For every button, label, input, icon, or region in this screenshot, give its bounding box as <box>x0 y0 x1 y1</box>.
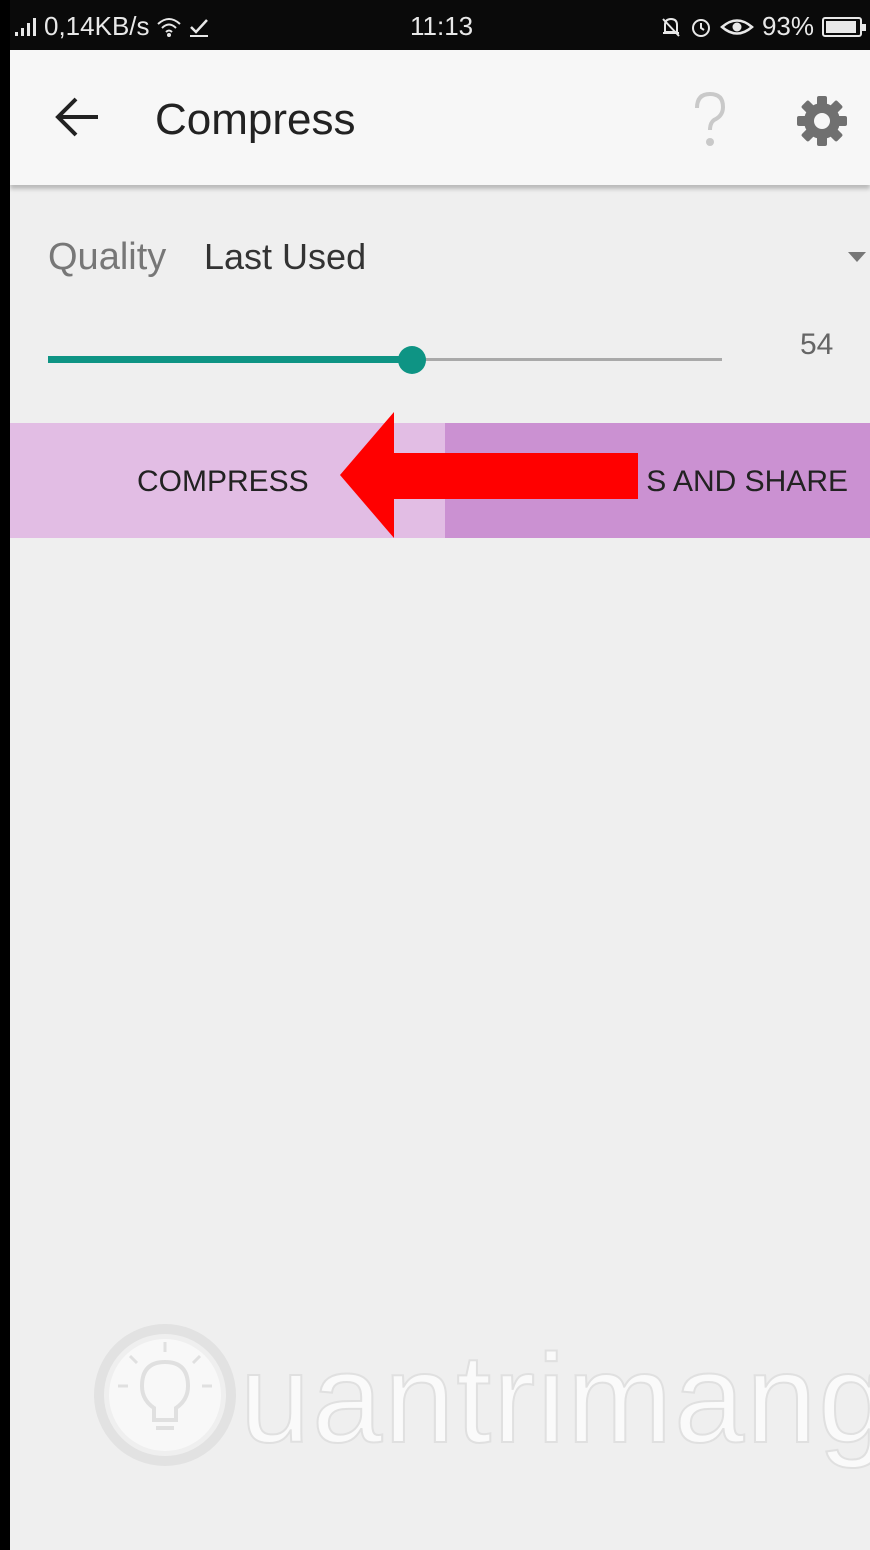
slider-fill <box>48 356 412 363</box>
quality-preset-select[interactable]: Last Used <box>204 236 366 278</box>
alarm-icon <box>691 18 710 37</box>
battery-percent: 93% <box>761 11 814 41</box>
status-time: 11:13 <box>410 11 474 41</box>
compress-button-label: COMPRESS <box>137 465 309 498</box>
quality-label: Quality <box>48 236 167 278</box>
phone-screen: 0,14KB/s 11:13 93% Compress Quality Last… <box>10 0 870 1550</box>
signal-icon <box>15 17 36 36</box>
app-bar: Compress <box>10 50 870 185</box>
watermark-text: uantrimang <box>239 1327 870 1470</box>
quality-value-readout: 54 <box>800 328 834 361</box>
watermark: uantrimang <box>90 1310 870 1480</box>
dropdown-arrow-icon[interactable] <box>846 250 868 264</box>
bell-muted-icon <box>662 17 680 37</box>
back-arrow-icon[interactable] <box>52 94 102 140</box>
battery-fill <box>826 20 856 33</box>
gear-icon[interactable] <box>795 94 849 148</box>
quality-slider[interactable] <box>48 342 722 378</box>
slider-thumb[interactable] <box>398 346 426 374</box>
eye-icon <box>720 18 754 35</box>
status-bar: 0,14KB/s 11:13 93% <box>10 0 870 50</box>
lightbulb-logo-icon <box>94 1324 236 1466</box>
battery-icon <box>822 16 866 37</box>
network-speed: 0,14KB/s <box>44 11 150 41</box>
download-check-icon <box>189 18 208 37</box>
page-title: Compress <box>155 95 356 144</box>
status-right: 93% <box>660 11 866 42</box>
wifi-icon <box>156 17 181 37</box>
status-left: 0,14KB/s <box>14 11 210 42</box>
red-arrow-annotation <box>340 412 638 538</box>
share-button-label: S AND SHARE <box>646 465 848 498</box>
help-icon[interactable] <box>685 90 735 152</box>
